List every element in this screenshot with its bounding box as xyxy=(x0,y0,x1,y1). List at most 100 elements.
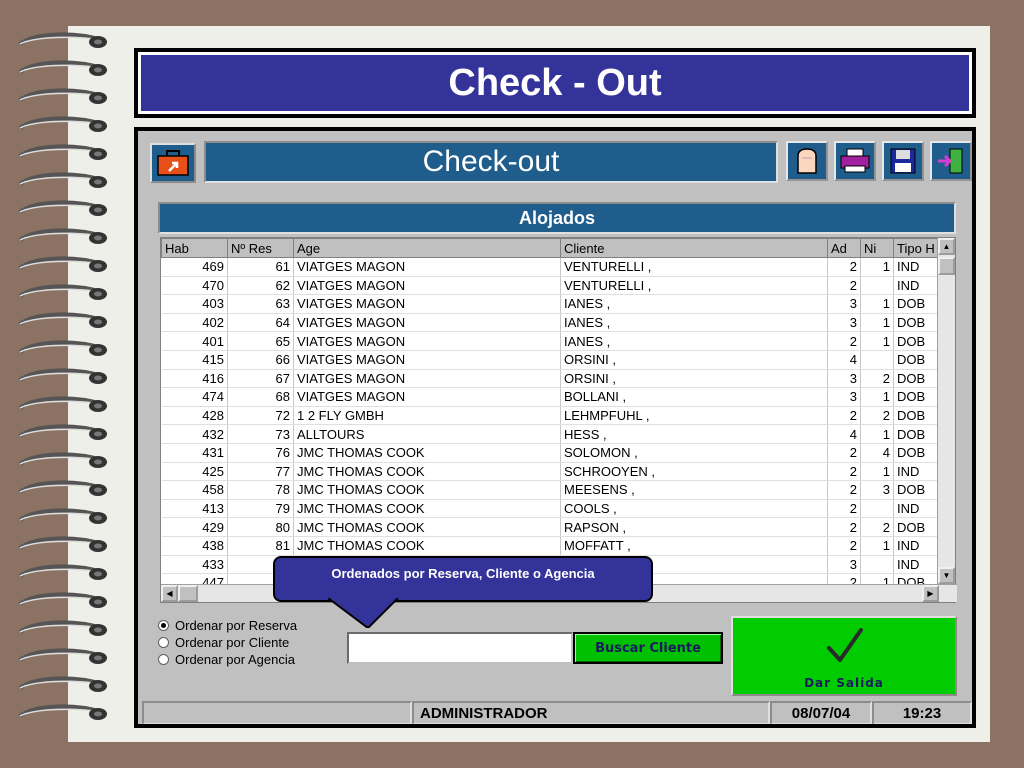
table-cell: 66 xyxy=(227,350,294,370)
col-header-tipo[interactable]: Tipo H xyxy=(893,238,938,258)
sort-by-cliente-radio[interactable]: Ordenar por Cliente xyxy=(158,634,297,651)
table-cell: DOB xyxy=(893,294,938,314)
search-client-button[interactable]: Buscar Cliente xyxy=(573,632,723,664)
col-header-ni[interactable]: Ni xyxy=(860,238,894,258)
sort-option-label: Ordenar por Reserva xyxy=(175,618,298,633)
table-cell: 67 xyxy=(227,369,294,389)
spiral-binding xyxy=(18,32,109,722)
save-button[interactable] xyxy=(882,141,924,181)
slide-title: Check - Out xyxy=(134,48,976,118)
table-cell: 3 xyxy=(860,480,894,500)
table-cell: 2 xyxy=(827,276,861,296)
table-cell: JMC THOMAS COOK xyxy=(293,536,561,556)
table-row[interactable]: 470 62 VIATGES MAGON VENTURELLI , 2 IND xyxy=(161,276,938,296)
sort-by-reserva-radio[interactable]: Ordenar por Reserva xyxy=(158,617,297,634)
table-row[interactable]: 431 76 JMC THOMAS COOK SOLOMON , 2 4 DOB xyxy=(161,443,938,463)
table-cell: 413 xyxy=(161,499,228,519)
table-cell: LEHMPFUHL , xyxy=(560,406,828,426)
vertical-scrollbar[interactable]: ▲ ▼ xyxy=(937,238,955,584)
table-cell: DOB xyxy=(893,387,938,407)
horizontal-scroll-thumb[interactable] xyxy=(178,585,198,602)
table-cell: IND xyxy=(893,462,938,482)
col-header-hab[interactable]: Hab xyxy=(161,238,228,258)
exit-button[interactable] xyxy=(930,141,972,181)
table-cell: VIATGES MAGON xyxy=(293,257,561,277)
table-cell: HESS , xyxy=(560,424,828,444)
table-cell: DOB xyxy=(893,331,938,351)
table-cell: 2 xyxy=(827,517,861,537)
table-cell: 438 xyxy=(161,536,228,556)
table-row[interactable]: 415 66 VIATGES MAGON ORSINI , 4 DOB xyxy=(161,350,938,370)
table-row[interactable]: 458 78 JMC THOMAS COOK MEESENS , 2 3 DOB xyxy=(161,480,938,500)
print-button[interactable] xyxy=(834,141,876,181)
table-row[interactable]: 413 79 JMC THOMAS COOK COOLS , 2 IND xyxy=(161,499,938,519)
table-row[interactable]: 429 80 JMC THOMAS COOK RAPSON , 2 2 DOB xyxy=(161,517,938,537)
table-cell: 2 xyxy=(827,462,861,482)
table-cell: 1 xyxy=(860,257,894,277)
app-header: Check-out xyxy=(146,139,972,183)
table-row[interactable]: 401 65 VIATGES MAGON IANES , 2 1 DOB xyxy=(161,331,938,351)
table-cell: SOLOMON , xyxy=(560,443,828,463)
scroll-down-icon[interactable]: ▼ xyxy=(938,567,955,584)
table-cell: 2 xyxy=(860,406,894,426)
app-title: Check-out xyxy=(204,141,778,183)
table-cell: 81 xyxy=(227,536,294,556)
table-row[interactable]: 403 63 VIATGES MAGON IANES , 3 1 DOB xyxy=(161,294,938,314)
table-cell: 469 xyxy=(161,257,228,277)
table-cell: 4 xyxy=(827,350,861,370)
checkout-button[interactable]: Dar Salida xyxy=(731,616,957,696)
table-row[interactable]: 402 64 VIATGES MAGON IANES , 3 1 DOB xyxy=(161,313,938,333)
vertical-scroll-thumb[interactable] xyxy=(938,257,955,275)
table-cell: 1 xyxy=(860,424,894,444)
table-cell: 63 xyxy=(227,294,294,314)
table-cell: DOB xyxy=(893,517,938,537)
col-header-cliente[interactable]: Cliente xyxy=(560,238,828,258)
scroll-up-icon[interactable]: ▲ xyxy=(938,238,955,255)
table-cell: VIATGES MAGON xyxy=(293,276,561,296)
floppy-disk-icon xyxy=(890,148,916,174)
table-cell: 1 xyxy=(860,294,894,314)
radio-icon[interactable] xyxy=(158,637,169,648)
status-hotel-cell xyxy=(142,701,412,724)
table-cell: VENTURELLI , xyxy=(560,276,828,296)
table-cell xyxy=(860,499,894,519)
briefcase-icon xyxy=(150,143,196,183)
table-cell: DOB xyxy=(893,406,938,426)
scroll-left-icon[interactable]: ◀ xyxy=(161,585,178,602)
table-row[interactable]: 416 67 VIATGES MAGON ORSINI , 3 2 DOB xyxy=(161,369,938,389)
table-cell: 2 xyxy=(860,369,894,389)
table-cell: DOB xyxy=(893,350,938,370)
scroll-right-icon[interactable]: ▶ xyxy=(922,585,939,602)
table-row[interactable]: 438 81 JMC THOMAS COOK MOFFATT , 2 1 IND xyxy=(161,536,938,556)
pad-button[interactable] xyxy=(786,141,828,181)
client-search-input[interactable] xyxy=(347,632,573,664)
checkmark-icon xyxy=(827,628,863,662)
radio-icon[interactable] xyxy=(158,654,169,665)
table-cell: RAPSON , xyxy=(560,517,828,537)
table-cell: 3 xyxy=(827,555,861,575)
table-cell: 3 xyxy=(827,369,861,389)
sort-by-agencia-radio[interactable]: Ordenar por Agencia xyxy=(158,651,297,668)
table-cell: 61 xyxy=(227,257,294,277)
table-cell: VIATGES MAGON xyxy=(293,313,561,333)
table-cell: IND xyxy=(893,257,938,277)
table-cell: 470 xyxy=(161,276,228,296)
table-cell: 64 xyxy=(227,313,294,333)
table-row[interactable]: 474 68 VIATGES MAGON BOLLANI , 3 1 DOB xyxy=(161,387,938,407)
table-header-row: Hab Nº Res Age Cliente Ad Ni Tipo H xyxy=(161,238,938,258)
col-header-age[interactable]: Age xyxy=(293,238,561,258)
status-date: 08/07/04 xyxy=(770,701,872,724)
table-cell: 2 xyxy=(827,406,861,426)
table-row[interactable]: 425 77 JMC THOMAS COOK SCHROOYEN , 2 1 IND xyxy=(161,462,938,482)
table-cell: IND xyxy=(893,555,938,575)
col-header-nres[interactable]: Nº Res xyxy=(227,238,294,258)
table-cell: JMC THOMAS COOK xyxy=(293,480,561,500)
table-cell: 2 xyxy=(827,536,861,556)
col-header-ad[interactable]: Ad xyxy=(827,238,861,258)
table-cell: 80 xyxy=(227,517,294,537)
table-cell: VIATGES MAGON xyxy=(293,331,561,351)
radio-icon[interactable] xyxy=(158,620,169,631)
table-row[interactable]: 469 61 VIATGES MAGON VENTURELLI , 2 1 IND xyxy=(161,257,938,277)
table-row[interactable]: 432 73 ALLTOURS HESS , 4 1 DOB xyxy=(161,424,938,444)
table-row[interactable]: 428 72 1 2 FLY GMBH LEHMPFUHL , 2 2 DOB xyxy=(161,406,938,426)
